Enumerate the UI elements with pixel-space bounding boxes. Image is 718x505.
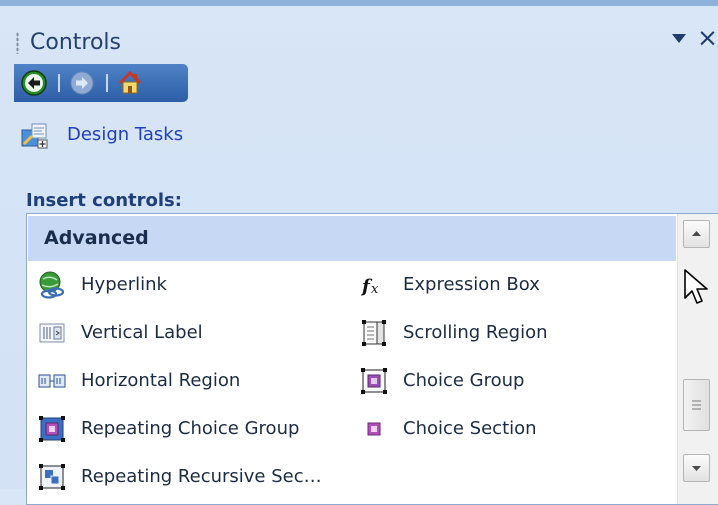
category-header-advanced[interactable]: Advanced (28, 216, 676, 261)
chevron-down-icon[interactable] (672, 34, 686, 43)
insert-controls-heading: Insert controls: (26, 190, 182, 211)
vertical-scrollbar[interactable] (677, 214, 718, 504)
expression-box-icon: f x (360, 271, 388, 299)
scrolling-region-icon (360, 319, 388, 347)
mouse-pointer-icon (683, 268, 713, 308)
vertical-label-icon (38, 319, 66, 347)
controls-task-pane: Controls × Design Tasks Insert controls:… (0, 0, 718, 505)
drag-grip-icon[interactable] (16, 32, 19, 54)
horizontal-region-icon (38, 367, 66, 395)
choice-section-icon (360, 415, 388, 443)
nav-separator (106, 74, 108, 92)
forward-icon[interactable] (68, 69, 96, 97)
pane-title: Controls (30, 30, 121, 55)
navigation-bar (14, 64, 188, 102)
pane-title-bar: Controls × (0, 6, 718, 60)
repeating-choice-group-icon (38, 415, 66, 443)
home-icon[interactable] (116, 69, 144, 97)
svg-text:x: x (371, 282, 379, 297)
control-label: Hyperlink (81, 274, 167, 295)
category-label: Advanced (44, 227, 149, 249)
design-tasks-icon (20, 120, 50, 150)
control-label: Repeating Recursive Sec… (81, 466, 322, 487)
control-label: Scrolling Region (403, 322, 548, 343)
chevron-down-icon (692, 466, 701, 471)
hyperlink-icon (38, 271, 66, 299)
scroll-down-button[interactable] (683, 454, 710, 482)
control-label: Expression Box (403, 274, 540, 295)
choice-group-icon (360, 367, 388, 395)
chevron-up-icon (692, 231, 701, 236)
close-icon[interactable]: × (697, 25, 718, 50)
control-label: Choice Section (403, 418, 537, 439)
scroll-thumb[interactable] (683, 379, 710, 431)
nav-separator (58, 74, 60, 92)
design-tasks-label[interactable]: Design Tasks (67, 124, 183, 145)
controls-list: Advanced Hyperlink f x Expression Box Ve… (26, 213, 718, 505)
control-label: Choice Group (403, 370, 525, 391)
scroll-up-button[interactable] (683, 220, 710, 248)
control-label: Horizontal Region (81, 370, 241, 391)
control-label: Repeating Choice Group (81, 418, 300, 439)
control-label: Vertical Label (81, 322, 203, 343)
repeating-recursive-section-icon (38, 463, 66, 491)
back-icon[interactable] (20, 69, 48, 97)
grip-icon (692, 400, 701, 410)
